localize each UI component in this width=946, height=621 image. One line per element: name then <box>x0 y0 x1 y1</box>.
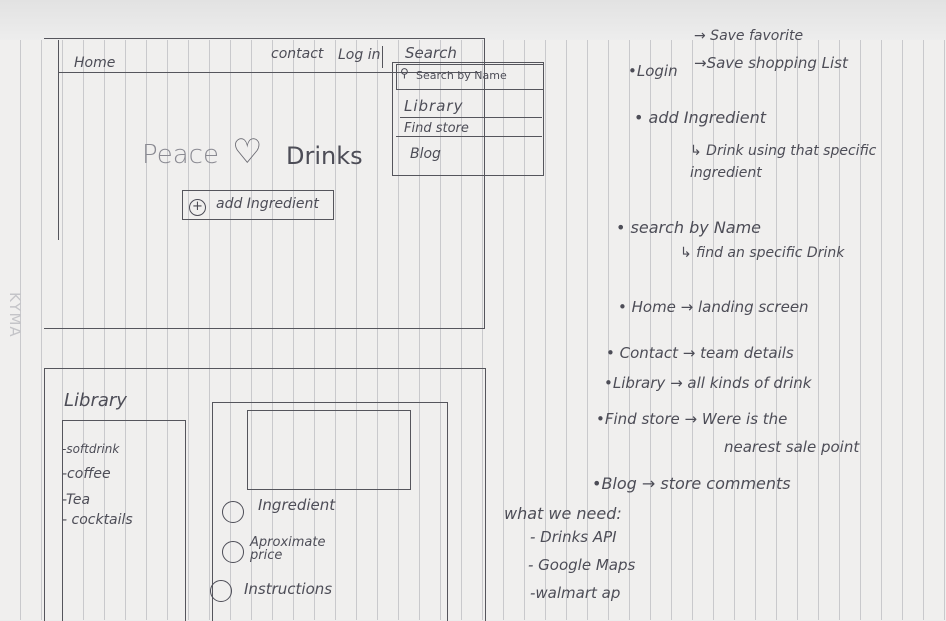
library-item-cocktails[interactable]: - cocktails <box>62 512 133 528</box>
add-ingredient-label: add Ingredient <box>216 196 319 212</box>
library-item-coffee[interactable]: -coffee <box>62 466 111 482</box>
note-search-sub: ↳ find an specific Drink <box>680 245 845 261</box>
note-search: • search by Name <box>616 218 762 237</box>
library-item-softdrink[interactable]: -softdrink <box>62 442 119 456</box>
option-aproximate-price[interactable]: Aproximate price <box>250 536 360 562</box>
option-ingredient[interactable]: Ingredient <box>258 496 335 514</box>
note-add-ingredient-sub: ↳ Drink using that specific ingredient <box>690 143 877 181</box>
heart-icon: ♡ <box>232 132 263 172</box>
dropdown-item-library[interactable]: Library <box>404 97 463 115</box>
library-item-tea[interactable]: -Tea <box>62 492 90 508</box>
hero-title-drinks: Drinks <box>286 142 363 170</box>
nav-contact[interactable]: contact <box>271 46 323 62</box>
watermark: KYMA <box>6 292 24 338</box>
note-need-walmart: -walmart ap <box>530 584 621 602</box>
window-left-edge <box>58 40 60 240</box>
nav-login[interactable]: Log in <box>338 47 380 63</box>
note-login-sub-shopping: →Save shopping List <box>694 54 848 72</box>
note-login-sub-favorite: → Save favorite <box>694 28 804 44</box>
note-home: • Home → landing screen <box>618 298 809 316</box>
nav-home[interactable]: Home <box>74 55 115 71</box>
note-library: •Library → all kinds of drink <box>604 374 812 392</box>
dropdown-item-find-store[interactable]: Find store <box>404 121 469 136</box>
search-by-name-placeholder: Search by Name <box>416 69 507 82</box>
dropdown-divider-1 <box>400 117 542 119</box>
note-login: •Login <box>628 62 678 80</box>
plus-icon: + <box>189 199 206 216</box>
wireframe-window-bottom <box>44 328 484 330</box>
note-contact: • Contact → team details <box>606 344 794 362</box>
note-what-we-need: what we need: <box>504 504 622 523</box>
note-need-drinks-api: - Drinks API <box>530 528 617 546</box>
search-icon: ⚲ <box>400 66 409 80</box>
drink-image-placeholder <box>247 410 411 490</box>
radio-icon[interactable] <box>222 541 244 563</box>
note-need-google-maps: - Google Maps <box>528 556 636 574</box>
option-instructions[interactable]: Instructions <box>244 580 332 598</box>
nav-search[interactable]: Search <box>405 44 457 62</box>
radio-icon[interactable] <box>210 580 232 602</box>
note-add-ingredient: • add Ingredient <box>634 108 767 127</box>
note-blog: •Blog → store comments <box>592 474 791 493</box>
radio-icon[interactable] <box>222 501 244 523</box>
note-find-store: •Find store → Were is the <box>596 410 788 428</box>
dropdown-divider-2 <box>396 136 542 138</box>
note-find-store-2: nearest sale point <box>724 438 860 456</box>
library-heading: Library <box>64 390 127 411</box>
hero-title-peace: Peace <box>142 140 219 170</box>
nav-separator <box>382 46 384 68</box>
dropdown-item-blog[interactable]: Blog <box>410 146 441 162</box>
